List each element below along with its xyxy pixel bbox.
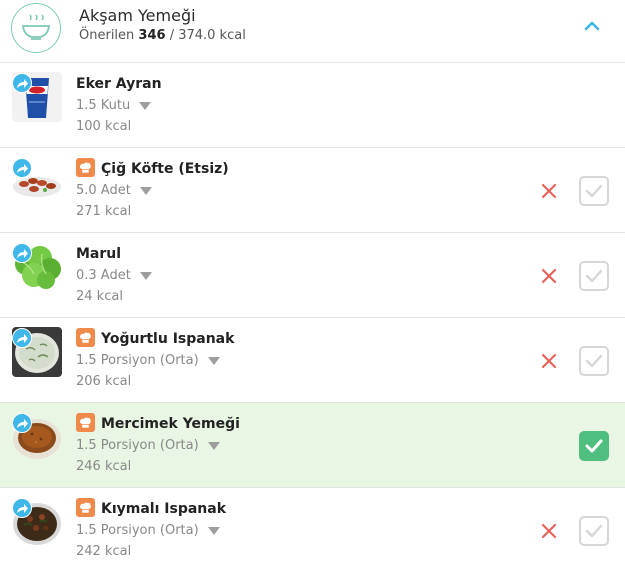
caret-down-icon <box>139 186 152 195</box>
close-icon <box>541 268 557 284</box>
food-row: Mercimek Yemeği 1.5 Porsiyon (Orta) 246 … <box>0 403 625 488</box>
food-kcal: 271 kcal <box>76 204 132 219</box>
food-row: Kıymalı Ispanak 1.5 Porsiyon (Orta) 242 … <box>0 488 625 569</box>
portion-select[interactable]: 1.5 Porsiyon (Orta) <box>76 353 220 368</box>
eaten-checkbox[interactable] <box>579 261 609 291</box>
chef-hat-icon <box>76 328 95 347</box>
food-kcal: 242 kcal <box>76 544 132 559</box>
meal-title: Akşam Yemeği <box>79 6 196 25</box>
caret-down-icon <box>207 356 220 365</box>
portion-select[interactable]: 1.5 Kutu <box>76 98 152 113</box>
checkmark-icon <box>585 524 603 538</box>
food-row: Eker Ayran 1.5 Kutu 100 kcal <box>0 63 625 148</box>
portion-select[interactable]: 5.0 Adet <box>76 183 152 198</box>
portion-value: 1.5 Porsiyon (Orta) <box>76 523 199 538</box>
chef-hat-icon <box>76 498 95 517</box>
recommended-kcal: 346 <box>138 28 166 43</box>
chef-hat-icon <box>76 158 95 177</box>
portion-value: 5.0 Adet <box>76 183 131 198</box>
remove-button[interactable] <box>538 265 560 287</box>
checkmark-icon <box>585 354 603 368</box>
food-row: Çiğ Köfte (Etsiz) 5.0 Adet 271 kcal <box>0 148 625 233</box>
share-icon[interactable] <box>12 328 32 348</box>
eaten-checkbox[interactable] <box>579 346 609 376</box>
portion-select[interactable]: 1.5 Porsiyon (Orta) <box>76 438 220 453</box>
chevron-up-icon <box>584 21 600 31</box>
food-row: Marul 0.3 Adet 24 kcal <box>0 233 625 318</box>
eaten-checkbox[interactable] <box>579 176 609 206</box>
close-icon <box>541 523 557 539</box>
remove-button[interactable] <box>538 520 560 542</box>
checkmark-icon <box>585 99 603 113</box>
share-icon[interactable] <box>12 413 32 433</box>
portion-value: 1.5 Kutu <box>76 98 131 113</box>
meal-header: Akşam Yemeği Önerilen 346 / 374.0 kcal <box>0 0 625 63</box>
remove-button[interactable] <box>538 350 560 372</box>
food-name[interactable]: Marul <box>76 246 121 262</box>
eaten-checkbox[interactable] <box>579 516 609 546</box>
share-icon[interactable] <box>12 158 32 178</box>
eaten-checkbox[interactable] <box>579 91 609 121</box>
food-name[interactable]: Eker Ayran <box>76 76 162 92</box>
bowl-icon <box>11 3 61 53</box>
checkmark-icon <box>585 184 603 198</box>
meal-calorie-summary: Önerilen 346 / 374.0 kcal <box>79 28 246 43</box>
portion-value: 0.3 Adet <box>76 268 131 283</box>
food-kcal: 206 kcal <box>76 374 132 389</box>
food-kcal: 100 kcal <box>76 119 132 134</box>
share-icon[interactable] <box>12 73 32 93</box>
food-name[interactable]: Kıymalı Ispanak <box>101 501 226 517</box>
caret-down-icon <box>139 271 152 280</box>
share-icon[interactable] <box>12 243 32 263</box>
target-kcal: / 374.0 kcal <box>165 28 246 43</box>
close-icon <box>541 353 557 369</box>
portion-select[interactable]: 1.5 Porsiyon (Orta) <box>76 523 220 538</box>
food-name[interactable]: Yoğurtlu Ispanak <box>101 331 234 347</box>
remove-button[interactable] <box>538 180 560 202</box>
chef-hat-icon <box>76 413 95 432</box>
recommended-label: Önerilen <box>79 28 135 43</box>
food-list: Eker Ayran 1.5 Kutu 100 kcal Çiğ Köfte (… <box>0 63 625 569</box>
food-row: Yoğurtlu Ispanak 1.5 Porsiyon (Orta) 206… <box>0 318 625 403</box>
food-name[interactable]: Mercimek Yemeği <box>101 416 240 432</box>
portion-value: 1.5 Porsiyon (Orta) <box>76 353 199 368</box>
close-icon <box>541 183 557 199</box>
collapse-button[interactable] <box>579 16 605 36</box>
checkmark-icon <box>585 269 603 283</box>
caret-down-icon <box>207 526 220 535</box>
food-kcal: 24 kcal <box>76 289 123 304</box>
portion-value: 1.5 Porsiyon (Orta) <box>76 438 199 453</box>
share-icon[interactable] <box>12 498 32 518</box>
portion-select[interactable]: 0.3 Adet <box>76 268 152 283</box>
food-name[interactable]: Çiğ Köfte (Etsiz) <box>101 161 229 177</box>
caret-down-icon <box>139 101 152 110</box>
eaten-checkbox[interactable] <box>579 431 609 461</box>
caret-down-icon <box>207 441 220 450</box>
food-kcal: 246 kcal <box>76 459 132 474</box>
checkmark-icon <box>585 439 603 453</box>
